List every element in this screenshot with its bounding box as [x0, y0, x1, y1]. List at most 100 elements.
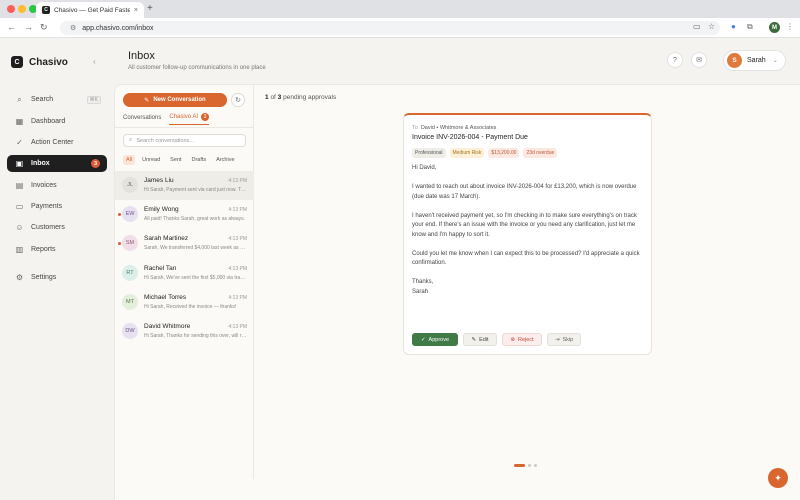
- sidebar-item-label: Invoices: [31, 182, 57, 189]
- filter-archive[interactable]: Archive: [213, 155, 237, 165]
- avatar: S: [727, 53, 742, 68]
- approve-label: Approve: [428, 336, 450, 343]
- approve-button[interactable]: ✓ Approve: [412, 333, 458, 346]
- site-info-icon[interactable]: ⚙: [70, 24, 76, 32]
- conversation-item[interactable]: MT Michael Torres 4:13 PM Hi Sarah, Recei…: [115, 288, 254, 317]
- draft-recipient: To David • Whitmore & Associates: [412, 125, 496, 131]
- approval-pager: [514, 464, 537, 467]
- pencil-icon: ✎: [471, 336, 477, 343]
- compose-icon: ✎: [144, 97, 150, 104]
- browser-tab[interactable]: C Chasivo — Get Paid Faster ×: [36, 2, 144, 18]
- check-icon: ✓: [420, 336, 426, 343]
- inbox-icon: ▣: [15, 159, 24, 168]
- sidebar-item-payments[interactable]: ▭ Payments: [7, 198, 107, 215]
- conversation-name: Emily Wong: [144, 206, 179, 213]
- conversation-item[interactable]: SM Sarah Martinez 4:13 PM Sarah, We trans…: [115, 229, 254, 258]
- reject-button[interactable]: ⊗ Reject: [502, 333, 542, 346]
- avatar: EW: [122, 206, 138, 222]
- forward-arrow-icon[interactable]: →: [24, 22, 33, 32]
- filter-all[interactable]: All: [123, 155, 136, 165]
- conversation-body: David Whitmore 4:13 PM Hi Sarah, Thanks f…: [144, 323, 247, 339]
- edit-button[interactable]: ✎ Edit: [463, 333, 497, 346]
- install-app-icon[interactable]: ▭: [693, 22, 701, 31]
- filter-drafts[interactable]: Drafts: [189, 155, 210, 165]
- bar-chart-icon: ▥: [15, 245, 24, 254]
- help-icon: ?: [673, 56, 677, 64]
- overdue-tag: 23d overdue: [523, 148, 558, 158]
- user-menu[interactable]: S Sarah ⌄: [723, 50, 786, 71]
- browser-menu-icon[interactable]: ⋮: [786, 22, 794, 31]
- avatar: MT: [122, 294, 138, 310]
- minimize-window-button[interactable]: [18, 5, 26, 13]
- draft-signature: Sarah: [412, 288, 429, 295]
- avatar: RT: [122, 265, 138, 281]
- conversation-name: Rachel Tan: [144, 265, 177, 272]
- tab-conversations[interactable]: Conversations: [123, 113, 161, 125]
- recipient-name: David • Whitmore & Associates: [420, 125, 497, 131]
- conversation-preview: Sarah, We transferred $4,000 last week a…: [144, 245, 247, 251]
- tab-chasivo-ai[interactable]: Chasivo AI 3: [169, 113, 210, 125]
- search-icon: ⌕: [129, 137, 133, 143]
- brand[interactable]: C Chasivo: [11, 56, 68, 68]
- draft-paragraph: I haven't received payment yet, so I'm c…: [412, 212, 637, 238]
- sidebar-item-customers[interactable]: ☺ Customers: [7, 219, 107, 236]
- sidebar-item-reports[interactable]: ▥ Reports: [7, 241, 107, 258]
- gear-icon: ⚙: [15, 273, 24, 282]
- sidebar-item-settings[interactable]: ⚙ Settings: [7, 269, 107, 286]
- main-panel: ✎ New Conversation ↻ Conversations Chasi…: [114, 84, 800, 500]
- close-tab-icon[interactable]: ×: [134, 7, 138, 14]
- collapse-sidebar-icon[interactable]: ‹: [93, 57, 96, 66]
- draft-signoff: Thanks,: [412, 279, 434, 285]
- sidebar-item-label: Settings: [31, 274, 57, 281]
- pending-of: of: [270, 94, 276, 101]
- sparkle-icon: ✦: [774, 472, 782, 483]
- conversation-item[interactable]: JL James Liu 4:13 PM Hi Sarah, Payment se…: [115, 171, 254, 200]
- new-tab-button[interactable]: +: [147, 3, 153, 14]
- conversation-search[interactable]: ⌕: [123, 134, 246, 147]
- tab-label: Chasivo AI: [169, 114, 199, 120]
- pager-dot-active[interactable]: [514, 464, 525, 467]
- new-conversation-button[interactable]: ✎ New Conversation: [123, 93, 227, 107]
- back-arrow-icon[interactable]: ←: [7, 22, 16, 32]
- pending-approvals-counter: 1 of 3 pending approvals: [265, 94, 336, 101]
- avatar: DW: [122, 323, 138, 339]
- browser-profile-avatar[interactable]: M: [769, 22, 780, 33]
- conversation-item[interactable]: DW David Whitmore 4:13 PM Hi Sarah, Thank…: [115, 317, 254, 346]
- address-bar[interactable]: ⚙ app.chasivo.com/inbox: [60, 21, 720, 35]
- sidebar-item-invoices[interactable]: ▤ Invoices: [7, 177, 107, 194]
- pager-dot[interactable]: [534, 464, 537, 467]
- filter-sent[interactable]: Sent: [167, 155, 184, 165]
- conversation-item[interactable]: EW Emily Wong 4:13 PM All paid! Thanks Sa…: [115, 200, 254, 229]
- sidebar-search[interactable]: ⌕ Search ⌘K: [7, 91, 107, 108]
- refresh-icon: ↻: [235, 97, 241, 104]
- draft-tags: Professional Medium Risk $13,200.00 23d …: [412, 148, 558, 158]
- ai-assistant-button[interactable]: ✦: [768, 468, 788, 488]
- sidebar-item-inbox[interactable]: ▣ Inbox 3: [7, 155, 107, 172]
- skip-button[interactable]: ⇥ Skip: [547, 333, 581, 346]
- page-subtitle: All customer follow-up communications in…: [128, 65, 266, 71]
- sidebar-item-action-center[interactable]: ✓ Action Center: [7, 134, 107, 151]
- browser-tab-strip: C Chasivo — Get Paid Faster × +: [0, 0, 800, 18]
- draft-approval-card: To David • Whitmore & Associates Invoice …: [403, 113, 652, 355]
- sidebar-item-dashboard[interactable]: ▦ Dashboard: [7, 113, 107, 130]
- bookmark-star-icon[interactable]: ☆: [708, 22, 715, 31]
- tabs-divider: [115, 127, 254, 128]
- refresh-button[interactable]: ↻: [231, 93, 245, 107]
- filter-unread[interactable]: Unread: [139, 155, 163, 165]
- extensions-puzzle-icon[interactable]: ⧉: [747, 22, 753, 32]
- reload-icon[interactable]: ↻: [40, 22, 48, 33]
- conversation-preview: Hi Sarah, We've sent the first $5,000 vi…: [144, 275, 247, 281]
- conversation-item[interactable]: RT Rachel Tan 4:13 PM Hi Sarah, We've sen…: [115, 259, 254, 288]
- pager-dot[interactable]: [528, 464, 531, 467]
- conversation-body: Sarah Martinez 4:13 PM Sarah, We transfer…: [144, 235, 247, 251]
- notifications-button[interactable]: ✉: [691, 52, 707, 68]
- unread-indicator: [118, 242, 121, 245]
- search-input[interactable]: [136, 137, 237, 144]
- sidebar: C Chasivo ‹ ⌕ Search ⌘K ▦ Dashboard ✓ Ac…: [0, 38, 114, 500]
- conversation-preview: All paid! Thanks Sarah, great work as al…: [144, 216, 246, 222]
- risk-tag: Medium Risk: [449, 148, 485, 158]
- help-button[interactable]: ?: [667, 52, 683, 68]
- tab-count-badge: 3: [201, 113, 210, 121]
- close-window-button[interactable]: [7, 5, 15, 13]
- extension-icon[interactable]: ●: [731, 22, 736, 31]
